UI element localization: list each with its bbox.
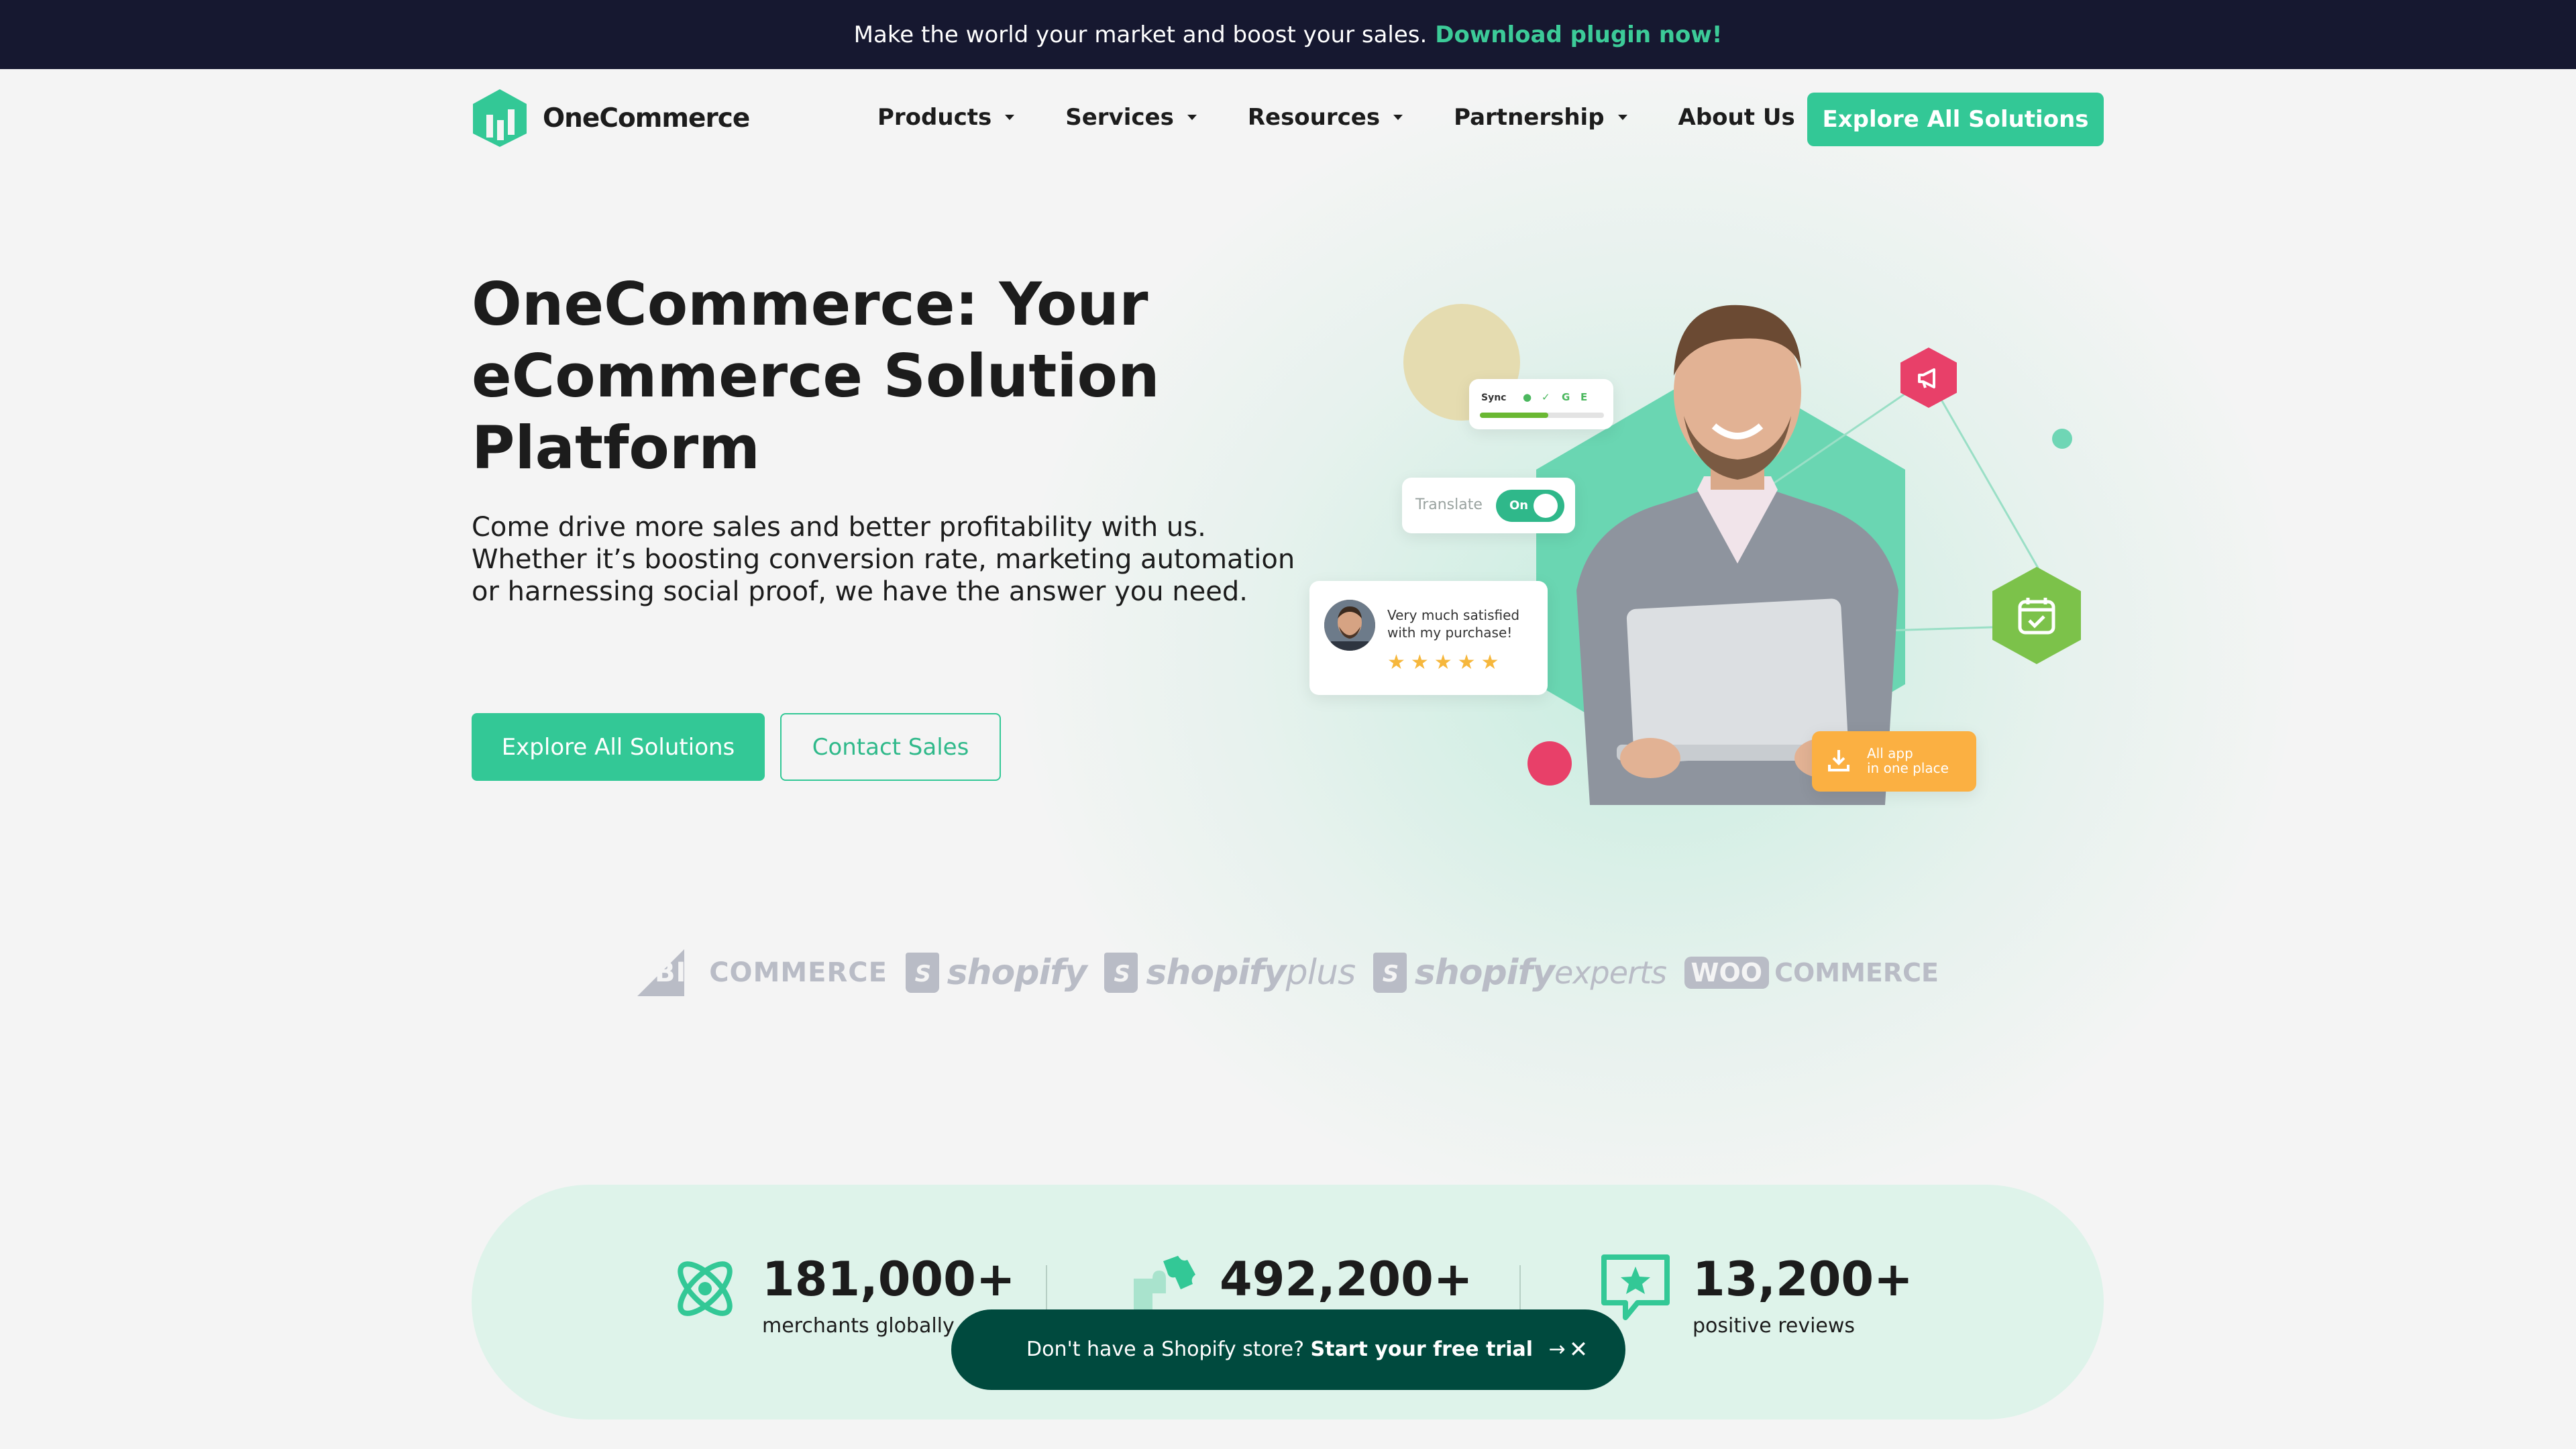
all-app-line1: All app <box>1867 745 1913 761</box>
shopify-text: shopify <box>947 953 1087 993</box>
nav-item-services[interactable]: Services <box>1065 104 1197 131</box>
close-icon[interactable]: ✕ <box>1558 1330 1599 1370</box>
stat-label: merchants globally <box>762 1314 955 1338</box>
shopify-bag-icon <box>905 953 939 993</box>
partner-logos: BIG COMMERCE shopify shopify plus shopif… <box>637 936 1939 1010</box>
calendar-check-icon <box>2018 597 2055 634</box>
shopify-experts-logo: shopify experts <box>1373 953 1667 993</box>
shopify-plus-text: shopify <box>1146 953 1286 993</box>
megaphone-icon <box>1918 368 1935 388</box>
etsy-icon: E <box>1580 391 1588 403</box>
nav-item-partnership[interactable]: Partnership <box>1454 104 1627 131</box>
download-icon <box>1828 750 1849 771</box>
shopify-bag-icon <box>1104 953 1138 993</box>
caret-down-icon <box>1187 115 1197 120</box>
translate-toggle[interactable]: On <box>1496 490 1564 522</box>
nav-item-resources[interactable]: Resources <box>1248 104 1403 131</box>
review-card: Very much satisfied with my purchase! ★★… <box>1309 581 1548 695</box>
stat-value: 13,200+ <box>1693 1252 1913 1307</box>
toggle-label: On <box>1509 498 1529 513</box>
all-app-text: All app in one place <box>1867 746 1949 775</box>
brand-name: OneCommerce <box>543 103 750 133</box>
brand-logo[interactable]: OneCommerce <box>472 88 750 148</box>
toast-text: Don't have a Shopify store? <box>1026 1338 1304 1361</box>
main-navigation: OneCommerce Products Services Resources … <box>0 69 2576 166</box>
shopify-plus-logo: shopify plus <box>1104 953 1356 993</box>
contact-sales-button[interactable]: Contact Sales <box>780 713 1001 781</box>
review-text: Very much satisfied with my purchase! <box>1387 607 1520 641</box>
shopify-experts-text: shopify <box>1414 953 1555 993</box>
nav-item-about-us[interactable]: About Us <box>1678 104 1795 131</box>
toggle-knob <box>1534 494 1558 518</box>
reviewer-avatar <box>1324 600 1375 651</box>
google-icon: G <box>1562 391 1570 403</box>
nav-item-products[interactable]: Products <box>877 104 1015 131</box>
bigcommerce-logo: BIG COMMERCE <box>637 949 888 996</box>
caret-down-icon <box>1005 115 1015 120</box>
toast-message: Don't have a Shopify store? Start your f… <box>1026 1338 1566 1361</box>
shopify-bag-icon <box>1373 953 1407 993</box>
sync-progress-bar <box>1480 413 1604 418</box>
woo-commerce-text: COMMERCE <box>1774 958 1939 987</box>
nav-item-label: Services <box>1065 104 1174 131</box>
plus-text: plus <box>1285 953 1356 993</box>
explore-solutions-button[interactable]: Explore All Solutions <box>472 713 765 781</box>
sync-label: Sync <box>1481 392 1507 403</box>
announcement-bar: Make the world your market and boost you… <box>0 0 2576 69</box>
stat-value: 492,200+ <box>1220 1252 1473 1307</box>
start-free-trial-link[interactable]: Start your free trial <box>1311 1338 1533 1361</box>
caret-down-icon <box>1617 115 1627 120</box>
decorative-dot <box>1527 741 1572 786</box>
shopify-icon: ● <box>1523 391 1532 403</box>
nav-item-label: Partnership <box>1454 104 1605 131</box>
nav-explore-solutions-button[interactable]: Explore All Solutions <box>1807 93 2104 146</box>
shopify-logo: shopify <box>905 953 1087 993</box>
stat-value: 181,000+ <box>762 1252 1016 1307</box>
translate-card: Translate On <box>1402 478 1575 533</box>
hero-description: Come drive more sales and better profita… <box>472 512 1295 607</box>
all-app-card: All app in one place <box>1812 731 1976 792</box>
bigcommerce-text-b: COMMERCE <box>709 957 888 988</box>
nav-item-label: Products <box>877 104 992 131</box>
all-app-line2: in one place <box>1867 760 1949 776</box>
download-plugin-link[interactable]: Download plugin now! <box>1435 21 1722 48</box>
onecommerce-logo-icon <box>473 89 527 147</box>
woo-badge: WOO <box>1684 957 1770 989</box>
man-with-laptop-image <box>1576 305 1898 805</box>
woocommerce-logo: WOO COMMERCE <box>1684 957 1939 989</box>
experts-text: experts <box>1554 955 1667 991</box>
atom-icon <box>678 1261 733 1316</box>
hero-illustration: Sync ● ✓ G E Translate On Very much sati… <box>1301 268 2093 818</box>
caret-down-icon <box>1393 115 1403 120</box>
nav-item-label: About Us <box>1678 104 1795 131</box>
stat-label: positive reviews <box>1693 1314 1856 1338</box>
announcement-text: Make the world your market and boost you… <box>853 21 1428 48</box>
twitter-icon: ✓ <box>1542 391 1550 403</box>
free-trial-toast: Don't have a Shopify store? Start your f… <box>951 1309 1625 1390</box>
hero-title: OneCommerce: Your eCommerce Solution Pla… <box>472 270 1160 482</box>
star-chat-icon <box>1601 1254 1670 1320</box>
nav-item-label: Resources <box>1247 104 1381 131</box>
bigcommerce-text-a: BIG <box>655 957 710 988</box>
star-rating-icon: ★★★★★ <box>1387 651 1505 674</box>
translate-label: Translate <box>1415 496 1483 513</box>
sync-card: Sync ● ✓ G E <box>1469 379 1613 429</box>
nav-menu: Products Services Resources Partnership … <box>877 104 1846 131</box>
